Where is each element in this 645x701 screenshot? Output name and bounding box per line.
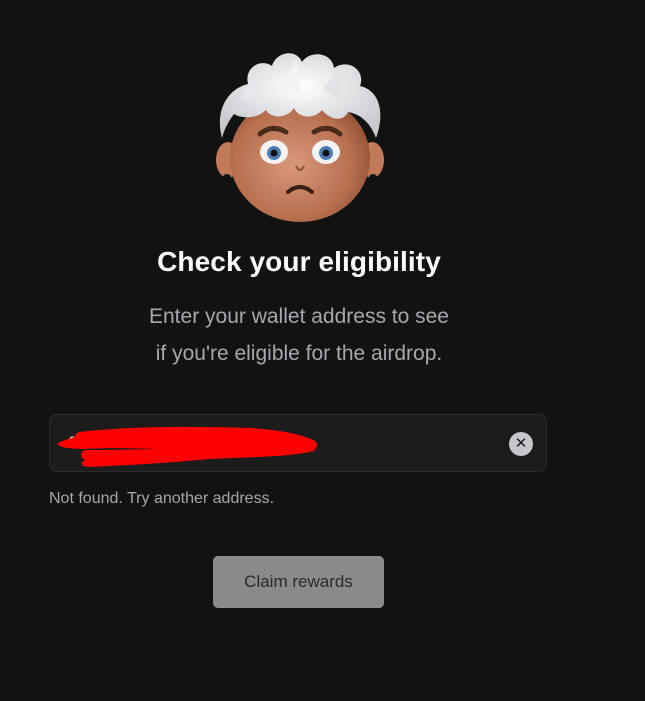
wallet-address-field: ✕ [49, 414, 547, 472]
sad-character-avatar-icon [216, 53, 384, 222]
eligibility-page: Check your eligibility Enter your wallet… [0, 0, 645, 701]
claim-rewards-button[interactable]: Claim rewards [213, 556, 384, 608]
close-icon[interactable]: ✕ [509, 432, 533, 456]
subtitle-line-1: Enter your wallet address to see [149, 305, 449, 328]
page-subtitle: Enter your wallet address to see if you'… [0, 298, 598, 372]
wallet-address-input[interactable] [68, 429, 498, 457]
subtitle-line-2: if you're eligible for the airdrop. [155, 342, 443, 365]
error-message: Not found. Try another address. [49, 490, 275, 507]
page-title: Check your eligibility [157, 246, 441, 277]
